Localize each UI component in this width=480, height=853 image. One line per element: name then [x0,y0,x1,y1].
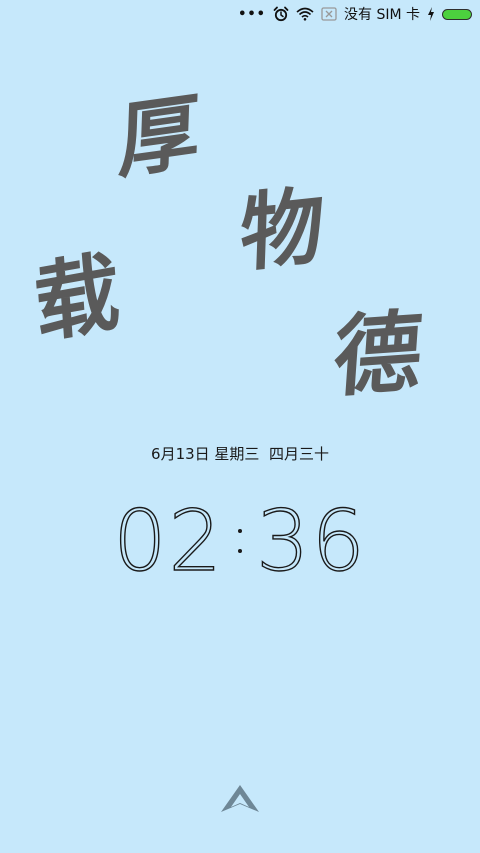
calligraphy-char-zai: 载 [31,240,123,357]
date-line: 6月13日 星期三 四月三十 [151,445,329,463]
carrier-text: 没有 SIM 卡 [344,7,420,23]
calligraphy-char-wu: 物 [238,175,326,284]
wifi-icon [296,7,314,21]
more-dots-icon: ••• [238,6,266,22]
clock-colon-dot-bottom [238,549,242,553]
alarm-icon [273,6,289,22]
calligraphy-char-hou: 厚 [116,82,202,192]
clock-colon-dot-top [238,529,242,533]
unlock-arrow-icon[interactable] [220,784,260,814]
clock-minute: 36 [255,491,367,590]
no-sim-icon [321,7,337,21]
lock-clock: 02 36 [0,491,480,590]
battery-icon [442,8,472,20]
calligraphy-char-de: 德 [330,298,426,410]
clock-colon [238,499,242,583]
status-bar: ••• 没有 SIM 卡 [0,0,480,28]
charging-icon [427,7,435,21]
clock-hour: 02 [112,491,224,590]
